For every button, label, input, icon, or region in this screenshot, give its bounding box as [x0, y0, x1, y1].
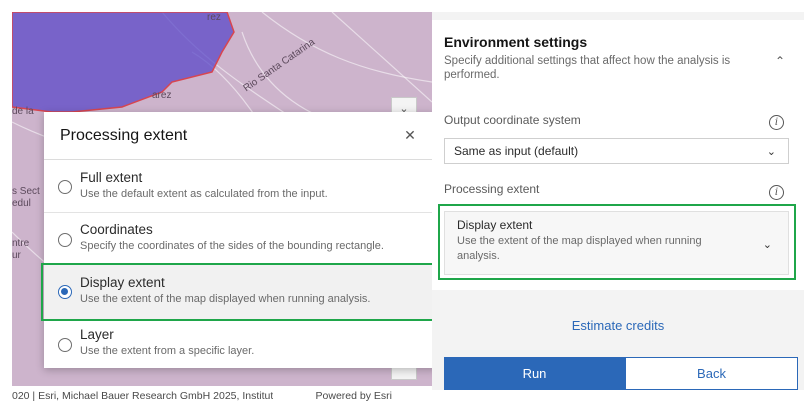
chevron-down-icon: ⌄	[766, 145, 776, 158]
environment-settings-panel: Environment settings Specify additional …	[432, 12, 804, 390]
section-title[interactable]: Environment settings	[444, 34, 587, 50]
option-layer[interactable]: Layer Use the extent from a specific lay…	[44, 321, 437, 368]
output-coordinate-select[interactable]: Same as input (default) ⌄	[444, 138, 789, 164]
map-label: edul	[12, 198, 31, 209]
run-button[interactable]: Run	[444, 357, 625, 390]
map-attribution: 020 | Esri, Michael Bauer Research GmbH …	[0, 386, 432, 405]
chevron-up-icon[interactable]: ⌃	[775, 54, 785, 68]
close-icon[interactable]: ✕	[401, 127, 419, 144]
radio-button-selected[interactable]	[58, 285, 72, 299]
option-title: Coordinates	[80, 222, 153, 237]
estimate-credits-link[interactable]: Estimate credits	[432, 318, 804, 333]
info-icon[interactable]: i	[769, 185, 784, 200]
extent-value-description: Use the extent of the map displayed when…	[457, 235, 702, 262]
option-title: Full extent	[80, 170, 143, 185]
extent-value-title: Display extent	[457, 218, 533, 232]
radio-button[interactable]	[58, 233, 72, 247]
chevron-down-icon: ⌄	[762, 239, 772, 251]
section-description: Specify additional settings that affect …	[444, 55, 731, 81]
select-value: Same as input (default)	[454, 144, 579, 158]
radio-button[interactable]	[58, 180, 72, 194]
info-icon[interactable]: i	[769, 115, 784, 130]
option-description: Use the extent from a specific layer.	[80, 345, 255, 357]
back-button[interactable]: Back	[625, 357, 798, 390]
popup-header: Processing extent ✕	[44, 112, 437, 160]
option-description: Use the extent of the map displayed when…	[80, 293, 371, 305]
option-description: Specify the coordinates of the sides of …	[80, 240, 384, 252]
map-label: s Sect	[12, 186, 40, 197]
processing-extent-popup: Processing extent ✕ Full extent Use the …	[44, 112, 437, 368]
option-title: Layer	[80, 327, 114, 342]
processing-extent-select[interactable]: Display extent Use the extent of the map…	[444, 211, 789, 275]
popup-title: Processing extent	[60, 126, 188, 144]
map-label: arez	[152, 90, 172, 101]
map-label: ntre	[12, 238, 30, 249]
map-label: rez	[207, 12, 221, 23]
option-full-extent[interactable]: Full extent Use the default extent as ca…	[44, 160, 437, 212]
output-coordinate-label: Output coordinate system	[444, 113, 581, 127]
option-display-extent[interactable]: Display extent Use the extent of the map…	[44, 263, 437, 321]
option-coordinates[interactable]: Coordinates Specify the coordinates of t…	[44, 212, 437, 263]
map-label: de la	[12, 106, 34, 117]
option-description: Use the default extent as calculated fro…	[80, 188, 328, 200]
map-label: ur	[12, 250, 21, 261]
attribution-text: 020 | Esri, Michael Bauer Research GmbH …	[12, 389, 274, 402]
processing-extent-label: Processing extent	[444, 182, 540, 196]
powered-by-link[interactable]: Powered by Esri	[316, 390, 392, 402]
option-title: Display extent	[80, 275, 165, 290]
radio-button[interactable]	[58, 338, 72, 352]
